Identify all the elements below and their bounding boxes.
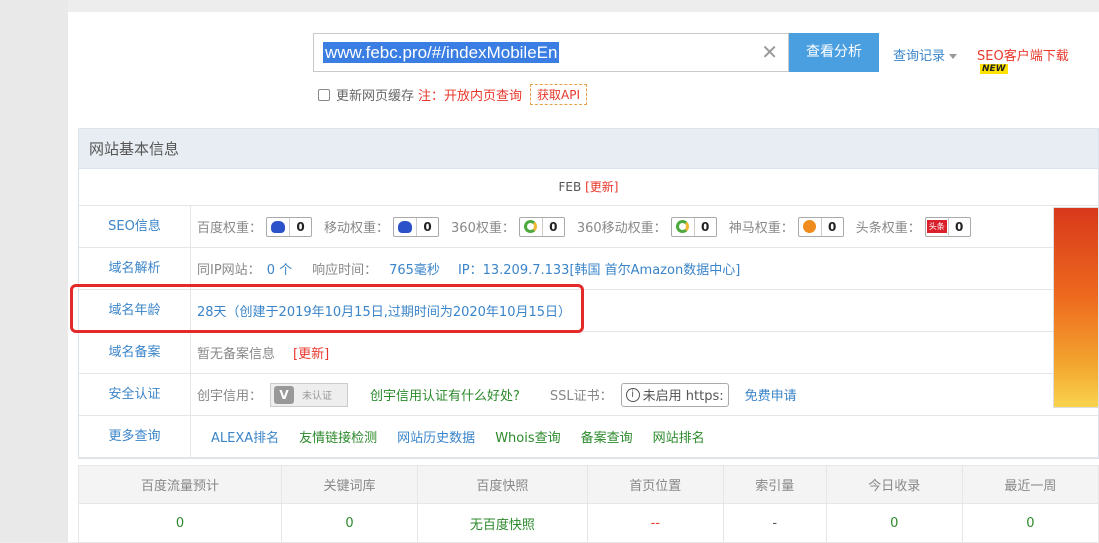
free-apply-link[interactable]: 免费申请 [745,385,797,404]
query-history-label: 查询记录 [893,49,946,64]
site-name-row: FEB [更新] [79,169,1098,206]
info-icon: i [625,387,640,402]
360-icon [524,220,538,233]
inner-page-note[interactable]: 注：开放内页查询 [418,85,522,104]
same-ip-value[interactable]: 0 个 [267,259,292,278]
360-mobile-weight-label: 360移动权重： [576,221,667,236]
shenma-weight-label: 神马权重： [728,221,794,236]
ssl-status-text: 未启用 https: [642,389,724,404]
shenma-icon [803,220,817,233]
shenma-weight-badge[interactable]: 0 [797,216,844,237]
stats-value: - [722,503,827,543]
site-name: FEB [558,180,582,194]
seo-download-label: SEO客户端下载 [977,49,1069,64]
icp-row: 域名备案 暂无备案信息 [更新] [79,332,1098,374]
360-weight-badge[interactable]: 0 [518,216,565,237]
shenma-weight-value: 0 [820,217,843,236]
update-link[interactable]: [更新] [585,180,618,194]
stats-value[interactable]: 无百度快照 [417,503,588,543]
icp-label[interactable]: 域名备案 [79,332,191,373]
alexa-rank-link[interactable]: ALEXA排名 [211,427,279,446]
stats-header: 关键词库 [280,465,419,504]
credit-badge-text: 未认证 [302,391,333,402]
url-input-value[interactable]: www.febc.pro/#/indexMobileEn [323,42,560,63]
stats-header: 最近一周 [961,465,1099,504]
toutiao-icon: 头条 [926,220,947,233]
ssl-label: SSL证书： [549,389,613,404]
dns-label[interactable]: 域名解析 [79,248,191,289]
panel-title: 网站基本信息 [79,129,1098,169]
seo-info-label[interactable]: SEO信息 [79,206,191,247]
stats-header: 百度快照 [417,465,588,504]
mobile-weight-value: 0 [416,217,438,236]
mobile-weight-badge[interactable]: 0 [393,216,440,237]
360-mobile-weight-badge[interactable]: 0 [670,216,717,237]
icp-value: 暂无备案信息 [197,347,276,362]
same-ip-label: 同IP网站： [197,263,261,278]
stats-value[interactable]: 0 [961,503,1099,543]
friend-link-check-link[interactable]: 友情链接检测 [299,427,377,446]
baidu-weight-label: 百度权重： [197,221,263,236]
stats-header: 百度流量预计 [78,465,282,504]
credit-badge[interactable]: V 未认证 [270,382,349,407]
ssl-status-badge: i 未启用 https: [620,382,729,407]
left-margin [0,0,68,542]
verified-v-icon: V [274,385,295,404]
response-time-value: 765毫秒 [389,263,440,278]
stats-header-row: 百度流量预计 关键词库 百度快照 首页位置 索引量 今日收录 最近一周 [78,465,1099,504]
stats-table: 百度流量预计 关键词库 百度快照 首页位置 索引量 今日收录 最近一周 0 0 … [78,465,1099,543]
url-search-field[interactable]: www.febc.pro/#/indexMobileEn ✕ [313,33,789,72]
close-icon[interactable]: ✕ [761,42,778,62]
toutiao-weight-badge[interactable]: 头条 0 [924,216,971,237]
seo-client-download-link[interactable]: SEO客户端下载NEW [977,45,1099,79]
baidu-weight-badge[interactable]: 0 [266,216,313,237]
stats-value[interactable]: 0 [825,503,963,543]
360-weight-label: 360权重： [451,221,515,236]
history-data-link[interactable]: 网站历史数据 [397,427,475,446]
credit-label: 创宇信用： [197,389,263,404]
query-history-dropdown[interactable]: 查询记录 [893,45,958,64]
toutiao-weight-label: 头条权重： [855,221,921,236]
stats-value-row: 0 0 无百度快照 -- - 0 0 [78,503,1099,543]
site-rank-link[interactable]: 网站排名 [653,427,705,446]
mobile-weight-label: 移动权重： [324,221,390,236]
security-label[interactable]: 安全认证 [79,374,191,415]
new-badge: NEW [980,64,1008,74]
stats-header: 首页位置 [586,465,724,504]
stats-value: -- [586,503,724,543]
more-queries-label[interactable]: 更多查询 [79,416,191,457]
security-row: 安全认证 创宇信用： V 未认证 创宇信用认证有什么好处? SSL证书： i 未启用… [79,374,1098,416]
icp-query-link[interactable]: 备案查询 [581,427,633,446]
options-row: 更新网页缓存 注：开放内页查询 获取API [318,84,588,105]
icp-update-link[interactable]: [更新] [293,343,329,362]
whois-link[interactable]: Whois查询 [495,427,560,446]
refresh-cache-checkbox[interactable] [318,88,330,101]
baidu-weight-value: 0 [289,217,311,236]
stats-header: 索引量 [722,465,827,504]
analyze-button[interactable]: 查看分析 [789,33,879,72]
domain-age-highlight [70,284,584,333]
baidu-paw-icon [271,220,286,233]
seo-info-row: SEO信息 百度权重： 0 移动权重： 0 360权重： 0 360移动权重： … [79,206,1098,248]
baidu-paw-icon [398,220,413,233]
page-content: www.febc.pro/#/indexMobileEn ✕ 查看分析 查询记录… [68,12,1099,543]
chevron-down-icon [949,54,958,59]
stats-header: 今日收录 [825,465,963,504]
get-api-button[interactable]: 获取API [530,84,588,105]
360-weight-value: 0 [541,217,564,236]
360-mobile-weight-value: 0 [693,217,716,236]
refresh-cache-label: 更新网页缓存 [336,89,415,104]
stats-value[interactable]: 0 [78,503,282,543]
credit-info-link[interactable]: 创宇信用认证有什么好处? [370,385,520,404]
response-time-label: 响应时间： [312,263,378,278]
more-queries-row: 更多查询 ALEXA排名 友情链接检测 网站历史数据 Whois查询 备案查询 … [79,416,1098,458]
360-icon [676,220,690,233]
stats-value[interactable]: 0 [280,503,419,543]
toutiao-weight-value: 0 [947,217,970,236]
ip-address[interactable]: IP：13.209.7.133[韩国 首尔Amazon数据中心] [458,259,740,278]
side-ad-banner[interactable] [1053,207,1099,408]
